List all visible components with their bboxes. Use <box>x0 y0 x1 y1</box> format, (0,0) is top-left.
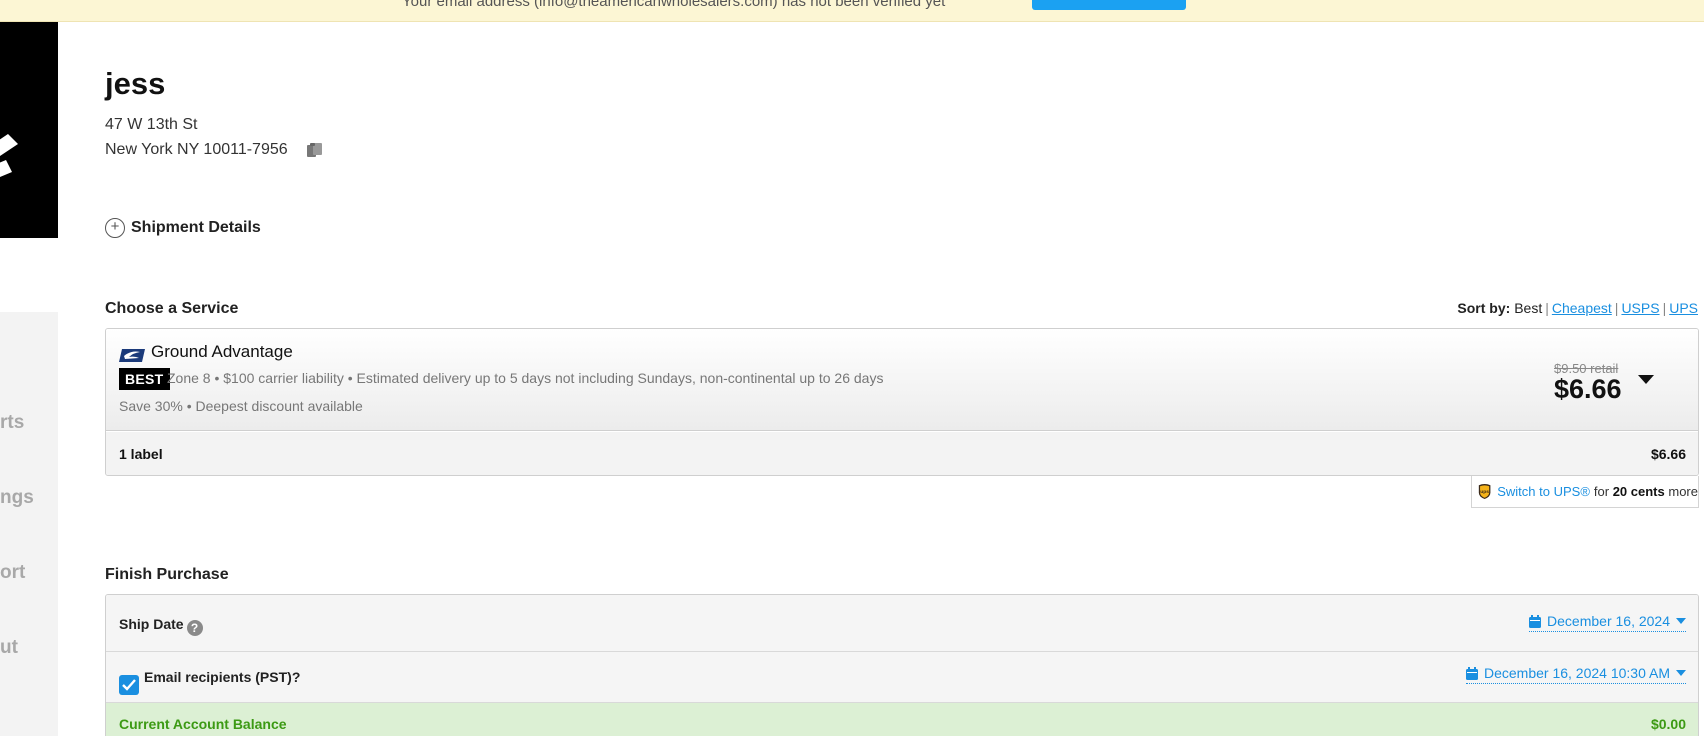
ship-date-label: Ship Date? <box>119 616 203 636</box>
label-summary-row: 1 label $6.66 <box>106 432 1698 475</box>
email-date-value: December 16, 2024 10:30 AM <box>1483 665 1670 681</box>
email-date-picker[interactable]: December 16, 2024 10:30 AM <box>1465 665 1686 684</box>
service-dropdown-caret-icon[interactable] <box>1638 375 1654 384</box>
sidebar: rts ngs ort ut <box>0 312 58 736</box>
svg-text:ups: ups <box>1480 490 1489 495</box>
app-logo[interactable] <box>0 22 58 238</box>
email-recipients-label: Email recipients (PST)? <box>144 669 301 685</box>
copy-address-icon[interactable] <box>306 142 324 158</box>
service-savings: Save 30% • Deepest discount available <box>119 398 363 414</box>
switch-to-ups-link[interactable]: Switch to UPS® <box>1497 484 1590 499</box>
service-description: Zone 8 • $100 carrier liability • Estima… <box>167 370 884 386</box>
shipment-details-toggle[interactable]: + Shipment Details <box>105 217 261 239</box>
finish-purchase-title: Finish Purchase <box>105 566 229 583</box>
address-line-2: New York NY 10011-7956 <box>105 141 288 158</box>
ups-shield-icon: ups <box>1478 484 1491 499</box>
checkmark-icon <box>122 679 136 691</box>
service-price: $6.66 <box>1554 374 1622 404</box>
calendar-icon <box>1465 666 1478 680</box>
balance-value: $0.00 <box>1650 716 1686 732</box>
calendar-icon <box>1529 614 1542 628</box>
ship-date-value: December 16, 2024 <box>1547 613 1670 629</box>
best-badge: BEST <box>119 368 170 390</box>
sort-option-ups[interactable]: UPS <box>1669 300 1698 316</box>
finish-purchase-card: Ship Date? December 16, 2024 Email recip… <box>105 594 1699 736</box>
resend-verification-button[interactable] <box>1032 0 1186 10</box>
sort-by-bar: Sort by: Best | Cheapest | USPS | UPS <box>1457 300 1698 316</box>
banner-text: Your email address (info@theamericanwhol… <box>402 0 946 10</box>
sort-option-best: Best <box>1514 300 1543 316</box>
service-option[interactable]: Ground Advantage BEST Zone 8 • $100 carr… <box>106 329 1698 431</box>
verification-banner: Your email address (info@theamericanwhol… <box>0 0 1704 22</box>
help-icon[interactable]: ? <box>186 620 203 636</box>
balance-label: Current Account Balance <box>119 716 287 732</box>
ship-date-row: Ship Date? December 16, 2024 <box>106 595 1698 652</box>
usps-eagle-icon <box>119 349 145 362</box>
chevron-down-icon <box>1676 618 1686 624</box>
recipient-name: jess <box>105 66 166 101</box>
ups-switch-note: for 20 cents more <box>1593 484 1698 499</box>
chevron-down-icon <box>1676 670 1686 676</box>
shipment-details-label: Shipment Details <box>131 219 261 236</box>
sort-option-usps[interactable]: USPS <box>1621 300 1659 316</box>
label-count: 1 label <box>119 446 163 462</box>
email-recipients-row: Email recipients (PST)? December 16, 202… <box>106 652 1698 703</box>
sort-by-label: Sort by: <box>1457 300 1511 316</box>
address-line-1: 47 W 13th St <box>105 116 198 133</box>
account-balance-row: Current Account Balance $0.00 <box>106 703 1698 736</box>
email-recipients-checkbox[interactable] <box>119 675 139 695</box>
service-card[interactable]: Ground Advantage BEST Zone 8 • $100 carr… <box>105 328 1699 476</box>
label-total: $6.66 <box>1650 446 1686 462</box>
plus-circle-icon: + <box>105 218 125 238</box>
logo-mark-icon <box>0 134 18 177</box>
switch-to-ups-tab[interactable]: ups Switch to UPS® for 20 cents more <box>1471 476 1699 508</box>
ship-date-picker[interactable]: December 16, 2024 <box>1529 613 1686 632</box>
sort-option-cheapest[interactable]: Cheapest <box>1552 300 1612 316</box>
service-name: Ground Advantage <box>151 342 293 361</box>
choose-service-title: Choose a Service <box>105 300 239 317</box>
